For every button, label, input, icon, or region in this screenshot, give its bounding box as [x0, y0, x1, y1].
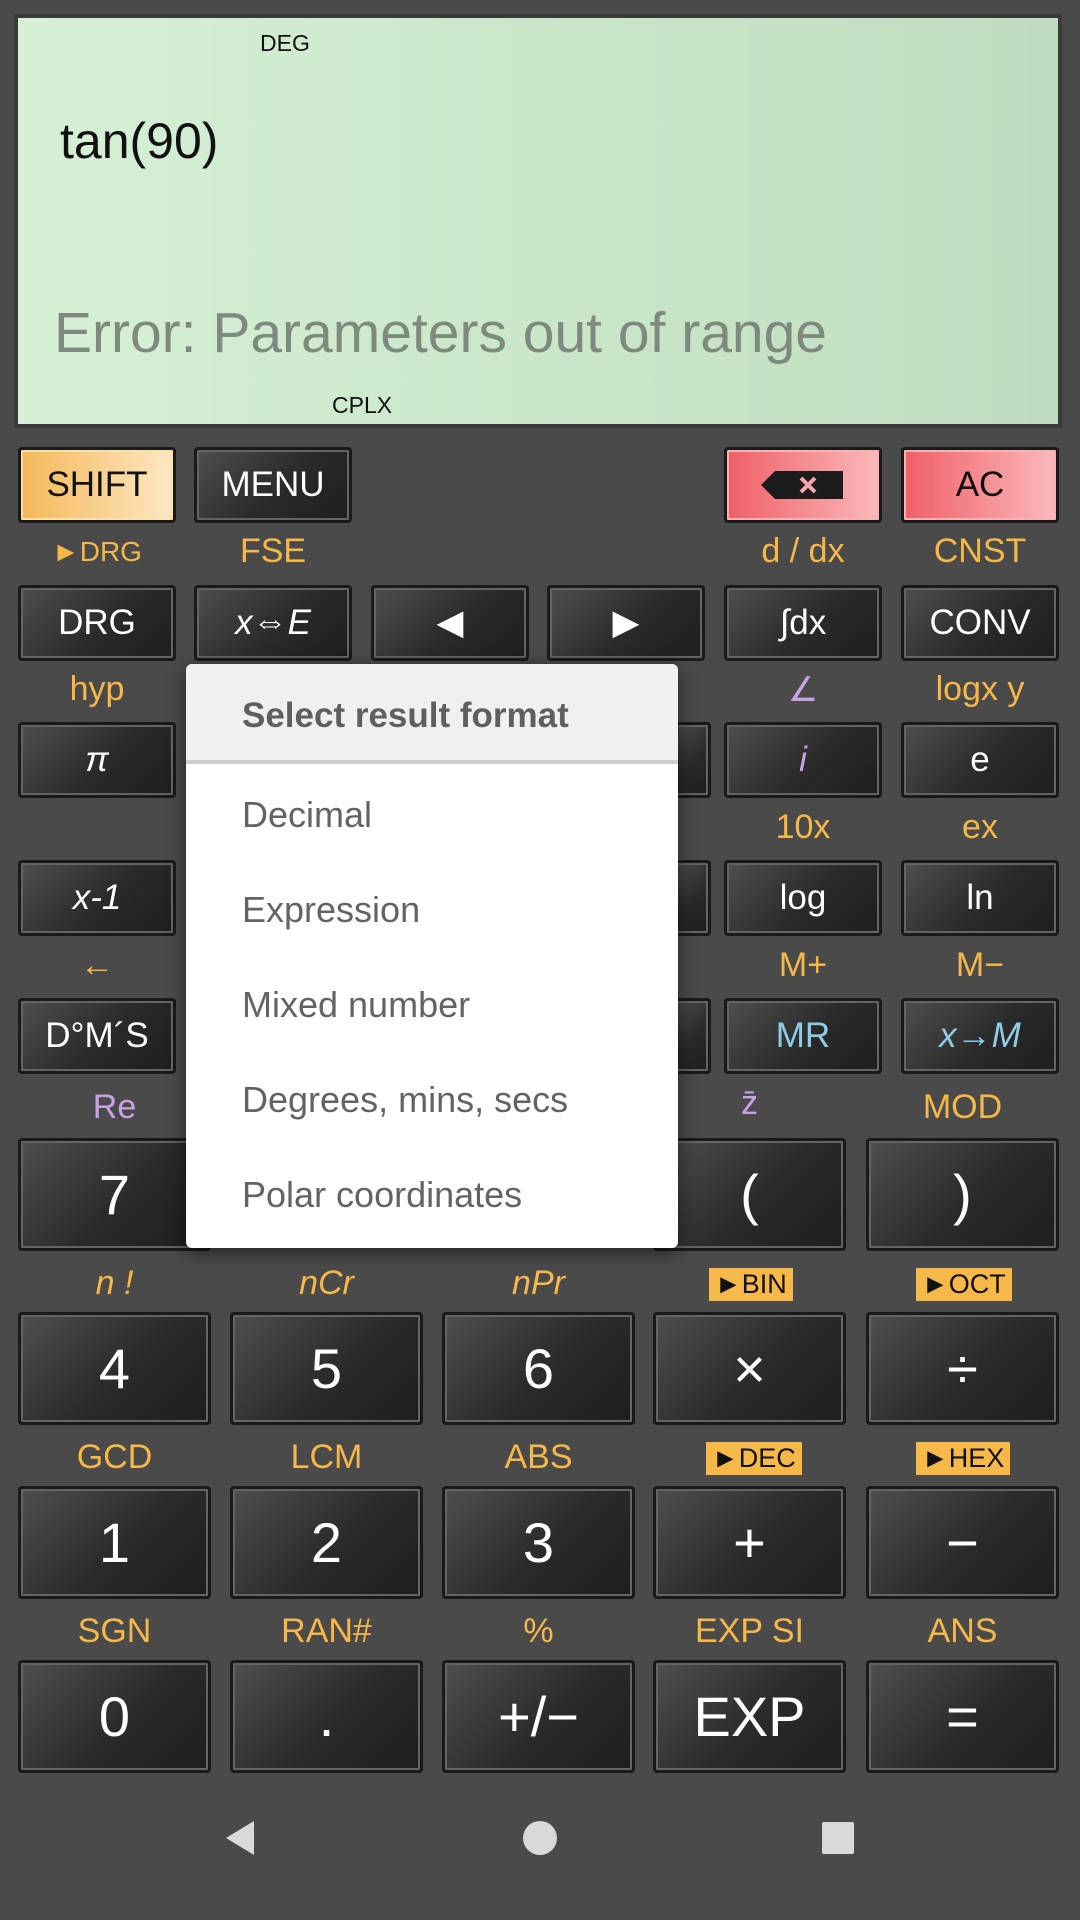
menu-button[interactable]: MENU: [194, 447, 352, 523]
drg-button[interactable]: DRG: [18, 585, 176, 661]
digit-6-button[interactable]: 6: [442, 1312, 635, 1425]
cursor-right-button[interactable]: ▶: [547, 585, 705, 661]
label-sgn: SGN: [77, 1612, 152, 1650]
home-icon[interactable]: [520, 1818, 560, 1858]
label-percent: %: [523, 1612, 554, 1650]
expression-text: tan(90): [60, 113, 219, 169]
angle-mode-indicator: DEG: [260, 30, 310, 56]
label-conjugate: z̄: [741, 1084, 758, 1122]
label-gcd: GCD: [76, 1438, 153, 1476]
label-re: Re: [92, 1088, 137, 1126]
euler-e-button[interactable]: e: [901, 722, 1059, 798]
label-lcm: LCM: [290, 1438, 363, 1476]
shift-button[interactable]: SHIFT: [18, 447, 176, 523]
digit-5-button[interactable]: 5: [230, 1312, 423, 1425]
label-factorial: n !: [95, 1264, 134, 1302]
label-logxy: logx y: [935, 670, 1025, 708]
popup-title: Select result format: [242, 696, 569, 735]
store-memory-button[interactable]: x→M: [901, 998, 1059, 1074]
open-paren-button[interactable]: (: [653, 1138, 846, 1251]
log-button[interactable]: log: [724, 860, 882, 936]
label-derivative: d / dx: [761, 532, 845, 570]
plus-button[interactable]: +: [653, 1486, 846, 1599]
label-m-minus: M−: [955, 946, 1005, 984]
all-clear-button[interactable]: AC: [901, 447, 1059, 523]
digit-3-button[interactable]: 3: [442, 1486, 635, 1599]
label-to-hex: ►HEX: [916, 1442, 1011, 1475]
label-arrow-left: ←: [80, 946, 114, 984]
complex-mode-indicator: CPLX: [332, 392, 393, 418]
label-ex: ex: [962, 808, 998, 846]
label-mod: MOD: [922, 1088, 1003, 1126]
label-to-bin: ►BIN: [709, 1268, 793, 1301]
label-to-oct: ►OCT: [916, 1268, 1012, 1301]
exp-button[interactable]: EXP: [653, 1660, 846, 1773]
backspace-button[interactable]: [724, 447, 882, 523]
inverse-button[interactable]: x-1: [18, 860, 176, 936]
digit-1-button[interactable]: 1: [18, 1486, 211, 1599]
recents-icon[interactable]: [821, 1821, 855, 1855]
digit-2-button[interactable]: 2: [230, 1486, 423, 1599]
imaginary-i-button[interactable]: i: [724, 722, 882, 798]
multiply-button[interactable]: ×: [653, 1312, 846, 1425]
digit-4-button[interactable]: 4: [18, 1312, 211, 1425]
integral-button[interactable]: ∫dx: [724, 585, 882, 661]
ln-button[interactable]: ln: [901, 860, 1059, 936]
label-to-drg: ►DRG: [52, 536, 142, 567]
option-mixed-number[interactable]: Mixed number: [242, 984, 470, 1026]
label-abs: ABS: [504, 1438, 573, 1476]
label-npr: nPr: [512, 1264, 565, 1302]
option-expression[interactable]: Expression: [242, 889, 420, 931]
option-polar-coordinates[interactable]: Polar coordinates: [242, 1174, 522, 1216]
label-to-dec: ►DEC: [706, 1442, 802, 1475]
decimal-point-button[interactable]: .: [230, 1660, 423, 1773]
back-icon[interactable]: [222, 1818, 258, 1858]
dms-button[interactable]: D°M´S: [18, 998, 176, 1074]
cursor-left-button[interactable]: ◀: [371, 585, 529, 661]
label-ncr: nCr: [299, 1264, 354, 1302]
close-paren-button[interactable]: ): [866, 1138, 1059, 1251]
label-10x: 10x: [775, 808, 831, 846]
label-ans: ANS: [927, 1612, 998, 1650]
fse-toggle-button[interactable]: x⇔E: [194, 585, 352, 661]
sign-toggle-button[interactable]: +/−: [442, 1660, 635, 1773]
label-m-plus: M+: [778, 946, 828, 984]
backspace-icon: [761, 471, 843, 499]
result-format-popup: Select result format Decimal Expression …: [186, 664, 678, 1248]
result-text: Error: Parameters out of range: [54, 301, 828, 365]
digit-7-button[interactable]: 7: [18, 1138, 211, 1251]
minus-button[interactable]: −: [866, 1486, 1059, 1599]
label-angle: ∠: [787, 671, 819, 709]
label-hyp: hyp: [69, 670, 125, 708]
option-decimal[interactable]: Decimal: [242, 794, 372, 836]
equals-button[interactable]: =: [866, 1660, 1059, 1773]
label-cnst: CNST: [933, 532, 1027, 570]
divide-button[interactable]: ÷: [866, 1312, 1059, 1425]
conv-button[interactable]: CONV: [901, 585, 1059, 661]
label-fse: FSE: [239, 532, 307, 570]
digit-0-button[interactable]: 0: [18, 1660, 211, 1773]
pi-button[interactable]: π: [18, 722, 176, 798]
label-random: RAN#: [281, 1612, 372, 1650]
memory-recall-button[interactable]: MR: [724, 998, 882, 1074]
option-degrees-mins-secs[interactable]: Degrees, mins, secs: [242, 1079, 568, 1121]
label-exp-si: EXP SI: [695, 1612, 804, 1650]
